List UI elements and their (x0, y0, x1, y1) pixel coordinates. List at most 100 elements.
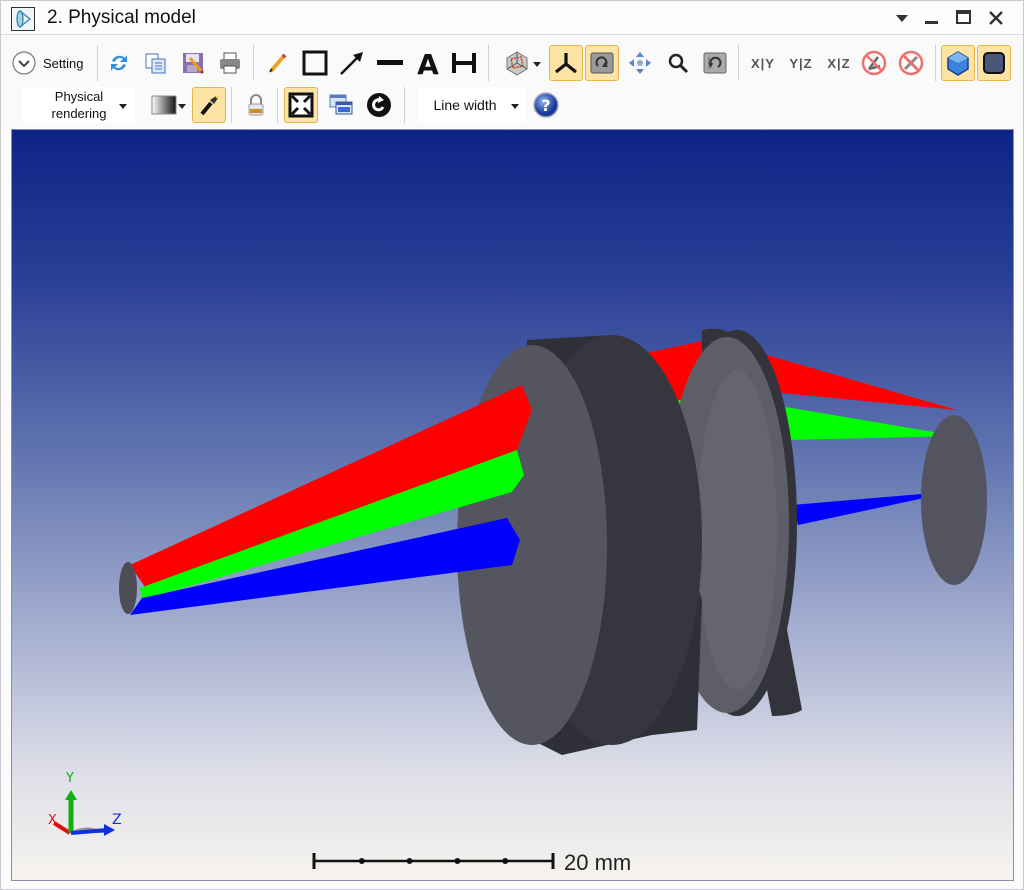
pan-button[interactable] (623, 45, 657, 81)
separator (253, 45, 254, 81)
view-orientation-icon (506, 51, 528, 76)
hide-lens-button[interactable] (894, 45, 928, 81)
box-render-button[interactable] (977, 45, 1011, 81)
axes-button[interactable] (549, 45, 583, 81)
render-mode-line2: rendering (51, 106, 107, 121)
refresh-button[interactable] (102, 45, 136, 81)
physical-model-window: 2. Physical model Setting A X|Y Y|Z X|Z … (0, 0, 1024, 890)
rotate-icon (590, 52, 614, 74)
lock-button[interactable] (239, 87, 273, 123)
help-icon: ? (533, 92, 559, 118)
print-button[interactable] (213, 45, 247, 81)
solid-render-icon (947, 51, 969, 76)
minimize-button[interactable] (921, 7, 943, 29)
view-orientation-button[interactable] (495, 45, 541, 81)
axes-icon (555, 53, 577, 74)
detector-disk (921, 415, 987, 585)
gradient-icon (151, 95, 177, 115)
line-width-dropdown[interactable]: Line width (419, 87, 525, 123)
pencil-icon (269, 53, 287, 73)
arrow-button[interactable] (335, 45, 369, 81)
rectangle-button[interactable] (298, 45, 332, 81)
reset-view-button[interactable] (698, 45, 732, 81)
green-ray-output (774, 405, 957, 440)
line-width-label: Line width (433, 97, 497, 113)
windows-icon (329, 94, 353, 115)
svg-text:?: ? (541, 96, 550, 115)
scale-bar-tick (454, 858, 461, 864)
dimension-button[interactable] (447, 45, 481, 81)
light-source-aperture (119, 562, 137, 614)
text-button[interactable]: A (411, 45, 445, 81)
reset-view-icon (703, 52, 727, 74)
chevron-down-icon (178, 104, 186, 109)
rotate-view-icon (367, 93, 391, 117)
close-button[interactable] (985, 7, 1007, 29)
scale-bar-tick (502, 858, 509, 864)
3d-viewport[interactable]: X Y Z 20 mm (11, 129, 1014, 881)
flashlight-icon (200, 95, 219, 116)
windows-button[interactable] (324, 87, 358, 123)
optical-model-icon (11, 7, 35, 31)
flashlight-button[interactable] (192, 87, 226, 123)
copy-icon (145, 53, 166, 74)
copy-button[interactable] (138, 45, 172, 81)
render-mode-dropdown[interactable]: Physical rendering (23, 87, 135, 123)
fit-view-button[interactable] (284, 87, 318, 123)
z-axis-label: Z (112, 812, 122, 828)
view-xy-button[interactable]: X|Y (745, 45, 781, 81)
scale-bar (312, 853, 555, 869)
title-bar: 2. Physical model (1, 1, 1023, 35)
save-edit-icon (183, 53, 205, 75)
setting-button[interactable]: Setting (11, 45, 91, 81)
window-menu-button[interactable] (891, 7, 913, 29)
view-yz-label: Y|Z (789, 55, 813, 71)
toolbar-row-2: Physical rendering Line width ? (1, 83, 1023, 127)
svg-text:A: A (417, 49, 439, 77)
line-button[interactable] (373, 45, 407, 81)
axis-triad: X Y Z (48, 771, 122, 836)
zoom-button[interactable] (661, 45, 695, 81)
view-yz-button[interactable]: Y|Z (783, 45, 819, 81)
arrow-icon (340, 52, 363, 75)
rotate-button[interactable] (585, 45, 619, 81)
refresh-icon (111, 55, 127, 71)
hide-lens-icon (898, 50, 924, 76)
text-icon: A (417, 49, 439, 77)
line-icon (377, 60, 403, 65)
rotate-view-button[interactable] (362, 87, 396, 123)
scale-bar-tick (406, 858, 413, 864)
save-edit-button[interactable] (176, 45, 210, 81)
separator (97, 45, 98, 81)
solid-render-button[interactable] (941, 45, 975, 81)
fit-view-icon (288, 92, 314, 118)
toolbar: Setting A X|Y Y|Z X|Z Physical rendering… (1, 37, 1023, 129)
help-button[interactable]: ? (529, 87, 563, 123)
scene-canvas: X Y Z (48, 328, 987, 869)
lock-icon (248, 94, 264, 116)
maximize-button[interactable] (953, 7, 975, 29)
pan-icon (629, 52, 651, 74)
gradient-button[interactable] (141, 87, 187, 123)
chevron-down-icon (511, 104, 519, 109)
hide-rays-icon (861, 50, 887, 76)
box-render-icon (983, 52, 1005, 74)
scale-bar-label: 20 mm (564, 850, 632, 875)
dimension-icon (452, 53, 476, 73)
render-mode-line1: Physical (54, 89, 104, 104)
hide-rays-button[interactable] (857, 45, 891, 81)
chevron-down-icon (119, 104, 127, 109)
rectangle-icon (302, 50, 328, 76)
separator (231, 87, 232, 123)
x-axis-label: X (48, 813, 57, 828)
scale-bar-tick (358, 858, 365, 864)
pencil-button[interactable] (261, 45, 295, 81)
separator (738, 45, 739, 81)
toolbar-row-1: Setting A X|Y Y|Z X|Z (1, 41, 1023, 85)
separator (935, 45, 936, 81)
view-xz-button[interactable]: X|Z (821, 45, 857, 81)
zoom-icon (668, 53, 689, 74)
separator (488, 45, 489, 81)
view-xy-label: X|Y (751, 55, 775, 71)
separator (277, 87, 278, 123)
